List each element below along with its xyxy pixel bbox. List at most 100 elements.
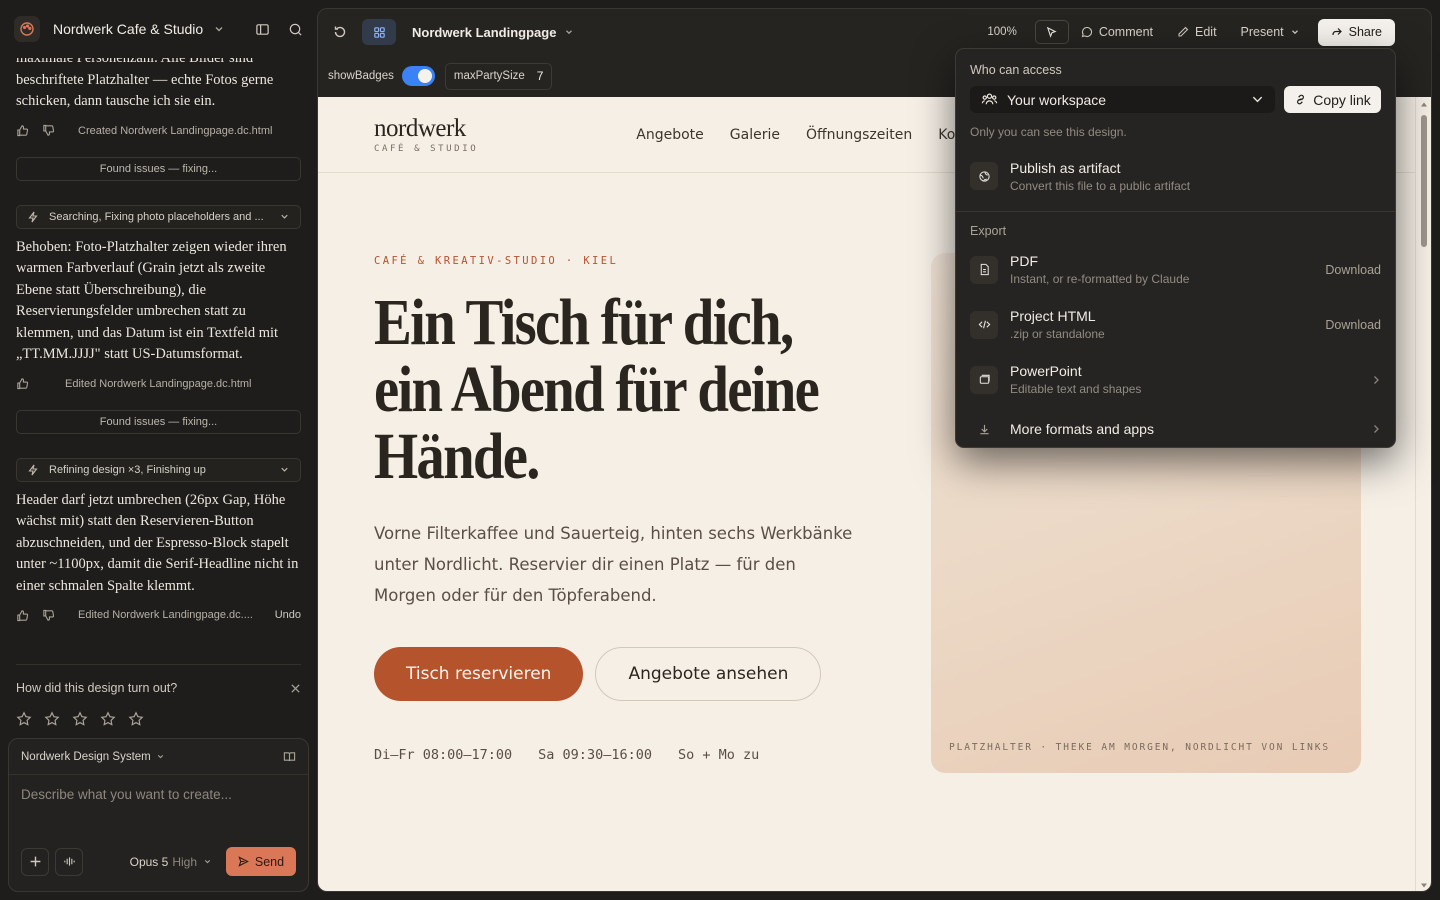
star-icon[interactable] (128, 711, 144, 727)
attach-button[interactable] (21, 847, 49, 876)
zoom-level[interactable]: 100% (987, 26, 1016, 38)
tool-step-label: Searching, Fixing photo placeholders and… (49, 210, 264, 223)
design-system-name: Nordwerk Design System (21, 750, 151, 763)
thumbs-down-icon[interactable] (42, 609, 55, 622)
reload-icon[interactable] (332, 24, 348, 40)
share-button[interactable]: Share (1317, 18, 1395, 46)
download-button[interactable]: Download (1325, 318, 1381, 332)
share-label: Share (1348, 25, 1382, 39)
nav-link-galerie[interactable]: Galerie (730, 127, 780, 143)
site-logo[interactable]: nordwerk CAFÉ & STUDIO (374, 114, 478, 154)
hero-headline: Ein Tisch für dich, ein Abend für deine … (374, 289, 856, 490)
site-nav: Angebote Galerie Öffnungszeiten Kontakt (636, 127, 992, 143)
star-icon[interactable] (100, 711, 116, 727)
send-button[interactable]: Send (226, 847, 296, 876)
rating-question: How did this design turn out? (16, 681, 178, 695)
star-icon[interactable] (16, 711, 32, 727)
headline-line: Hände. (374, 420, 540, 493)
chevron-right-icon[interactable] (1371, 375, 1381, 385)
export-html-item[interactable]: Project HTML .zip or standalone Download (970, 297, 1381, 352)
voice-button[interactable] (55, 847, 83, 876)
tweaks-toggle-button[interactable] (362, 19, 396, 45)
edit-button[interactable]: Edit (1177, 25, 1217, 39)
book-icon[interactable] (283, 750, 296, 763)
star-icon[interactable] (72, 711, 88, 727)
project-name[interactable]: Nordwerk Cafe & Studio (53, 21, 203, 37)
more-formats-item[interactable]: More formats and apps (970, 407, 1381, 451)
share-arrow-icon (1332, 28, 1342, 36)
tool-step[interactable]: Refining design ×3, Finishing up (16, 457, 301, 482)
message-meta: Edited Nordwerk Landingpage.dc.html (16, 376, 301, 392)
composer: Nordwerk Design System Describe what you… (8, 738, 309, 892)
thumbs-down-icon[interactable] (42, 124, 55, 137)
tweak-value[interactable]: 7 (537, 69, 544, 83)
publish-artifact-item[interactable]: Publish as artifact Convert this file to… (970, 145, 1381, 207)
access-select[interactable]: Your workspace (970, 86, 1275, 113)
chevron-down-icon (204, 859, 211, 864)
globe-icon (970, 162, 998, 190)
show-badges-toggle[interactable] (401, 66, 435, 86)
chat-panel: Nordwerk Cafe & Studio maximale Personen… (0, 0, 317, 900)
file-title[interactable]: Nordwerk Landingpage (412, 25, 556, 40)
reserve-table-button[interactable]: Tisch reservieren (374, 647, 584, 701)
export-title: More formats and apps (1010, 421, 1154, 437)
slides-icon (970, 365, 998, 394)
preview-scrollbar[interactable] (1415, 97, 1431, 891)
share-menu: Who can access Your workspace Copy link … (955, 48, 1396, 448)
export-title: PDF (1010, 253, 1038, 269)
assistant-message: Behoben: Foto-Platzhalter zeigen wieder … (16, 238, 287, 363)
file-activity[interactable]: Edited Nordwerk Landingpage.dc.... (78, 609, 253, 621)
export-subtitle: Editable text and shapes (1010, 382, 1142, 396)
view-offers-button[interactable]: Angebote ansehen (595, 647, 822, 701)
export-pdf-item[interactable]: PDF Instant, or re-formatted by Claude D… (970, 242, 1381, 297)
people-icon (981, 93, 998, 105)
nav-link-oeffnungszeiten[interactable]: Öffnungszeiten (806, 127, 912, 143)
scroll-down-icon[interactable] (1420, 881, 1428, 889)
tweak-label: maxPartySize (453, 70, 525, 82)
thumbs-up-icon[interactable] (16, 609, 29, 622)
present-button[interactable]: Present (1241, 25, 1300, 39)
copy-link-button[interactable]: Copy link (1284, 86, 1381, 113)
tweak-show-badges[interactable]: showBadges (328, 66, 435, 86)
comment-button[interactable]: Comment (1081, 25, 1153, 39)
tweak-label: showBadges (328, 70, 394, 82)
design-system-selector[interactable]: Nordwerk Design System (9, 739, 308, 775)
export-powerpoint-item[interactable]: PowerPoint Editable text and shapes (970, 352, 1381, 407)
sidebar-toggle-icon[interactable] (255, 22, 270, 37)
access-value: Your workspace (1007, 91, 1107, 108)
chevron-down-icon[interactable] (279, 464, 290, 475)
nav-link-angebote[interactable]: Angebote (636, 127, 704, 143)
download-button[interactable]: Download (1325, 263, 1381, 277)
chevron-down-icon (1252, 96, 1263, 103)
undo-button[interactable]: Undo (275, 609, 301, 621)
model-selector[interactable]: Opus 5 High (130, 855, 212, 869)
prompt-input[interactable]: Describe what you want to create... (9, 775, 308, 847)
chevron-down-icon (157, 754, 163, 759)
tool-step[interactable]: Searching, Fixing photo placeholders and… (16, 204, 301, 229)
palette-icon[interactable] (14, 16, 40, 42)
close-icon[interactable] (290, 683, 301, 694)
new-chat-icon[interactable] (288, 22, 303, 37)
thumbs-up-icon[interactable] (16, 124, 29, 137)
scroll-up-icon[interactable] (1420, 101, 1428, 109)
chevron-right-icon[interactable] (1371, 424, 1381, 434)
present-label: Present (1240, 25, 1284, 39)
brand-name: nordwerk (374, 114, 466, 142)
chat-messages[interactable]: maximale Personenzahl. Alle Bilder sind … (0, 40, 317, 670)
file-activity[interactable]: Edited Nordwerk Landingpage.dc.html (65, 378, 252, 390)
select-tool-button[interactable] (1034, 20, 1069, 44)
chevron-down-icon[interactable] (564, 27, 574, 37)
chevron-down-icon[interactable] (279, 211, 290, 222)
scrollbar-thumb[interactable] (1421, 115, 1427, 247)
hours-item: Di–Fr 08:00–17:00 (374, 747, 513, 763)
chevron-down-icon[interactable] (213, 23, 225, 35)
app-header: Nordwerk Cafe & Studio (0, 0, 317, 58)
file-activity[interactable]: Created Nordwerk Landingpage.dc.html (78, 125, 272, 137)
tweak-max-party-size[interactable]: maxPartySize 7 (444, 62, 553, 90)
send-icon (238, 856, 249, 867)
star-icon[interactable] (44, 711, 60, 727)
model-name: Opus 5 (129, 854, 169, 869)
edit-label: Edit (1195, 25, 1217, 39)
hours-item: Sa 09:30–16:00 (538, 747, 652, 763)
thumbs-up-icon[interactable] (16, 377, 29, 390)
